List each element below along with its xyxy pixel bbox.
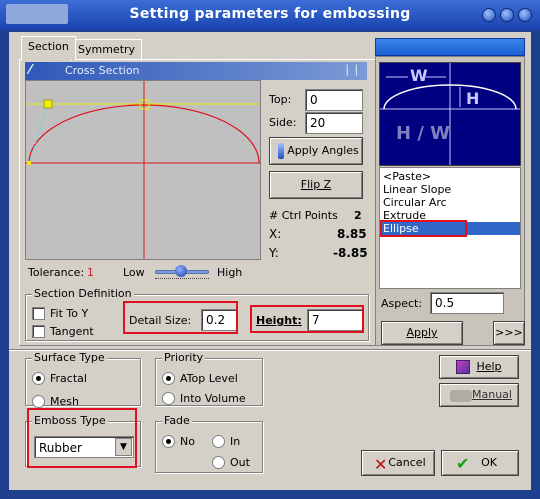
close-icon[interactable] xyxy=(518,8,532,22)
cross-section-graph[interactable] xyxy=(25,80,261,260)
more-label: >>> xyxy=(495,326,523,339)
ctrl-points-label: # Ctrl Points xyxy=(269,209,338,222)
fractal-label: Fractal xyxy=(50,372,87,385)
mesh-radio[interactable] xyxy=(32,395,45,408)
apply-angles-label: Apply Angles xyxy=(287,144,359,157)
apply-button[interactable]: Apply xyxy=(381,321,463,345)
side-input[interactable]: 20 xyxy=(305,112,363,134)
tab-symmetry[interactable]: Symmetry xyxy=(71,39,143,61)
fade-group: Fade No In Out xyxy=(155,414,263,473)
slider-low-label: Low xyxy=(123,266,145,279)
fit-to-y-checkbox[interactable] xyxy=(32,307,45,320)
tab-symmetry-label: Symmetry xyxy=(78,43,136,56)
tolerance-label: Tolerance: xyxy=(28,266,85,279)
fade-no-radio[interactable] xyxy=(162,435,175,448)
cross-section-header: ⁄⁄⁄ Cross Section ❘❘ xyxy=(25,62,367,80)
aspect-label: Aspect: xyxy=(381,297,423,310)
preview-hw-label: H / W xyxy=(396,123,451,144)
detail-size-highlight xyxy=(123,301,238,334)
tab-section[interactable]: Section xyxy=(21,36,76,60)
cancel-x-icon: ✕ xyxy=(374,455,388,474)
fade-in-label: In xyxy=(230,435,241,448)
tab-section-label: Section xyxy=(28,40,69,53)
fade-in-radio[interactable] xyxy=(212,435,225,448)
title-bar: Setting parameters for embossing xyxy=(0,0,540,30)
mesh-label: Mesh xyxy=(50,395,79,408)
tolerance-row: Tolerance: 1 Low High xyxy=(25,260,261,284)
cancel-button[interactable]: ✕ Cancel xyxy=(361,450,435,476)
maximize-icon[interactable] xyxy=(500,8,514,22)
more-button[interactable]: >>> xyxy=(493,321,525,345)
into-volume-label: Into Volume xyxy=(180,392,246,405)
fade-no-label: No xyxy=(180,435,195,448)
preview-w-label: W xyxy=(410,66,428,85)
header-stripes-icon: ⁄⁄⁄ xyxy=(29,63,31,78)
priority-title: Priority xyxy=(162,351,206,364)
into-volume-radio[interactable] xyxy=(162,392,175,405)
control-point-handle[interactable] xyxy=(43,99,53,109)
tangent-checkbox[interactable] xyxy=(32,325,45,338)
ok-check-icon: ✔ xyxy=(456,454,470,473)
top-input[interactable]: 0 xyxy=(305,89,363,111)
slider-thumb[interactable] xyxy=(175,265,187,277)
dialog-window: Setting parameters for embossing Section… xyxy=(0,0,540,499)
window-title: Setting parameters for embossing xyxy=(129,6,411,22)
atop-level-label: ATop Level xyxy=(180,372,238,385)
fade-title: Fade xyxy=(162,414,192,427)
height-highlight xyxy=(250,305,364,333)
ok-button[interactable]: ✔ OK xyxy=(441,450,519,476)
right-panel-header xyxy=(375,38,525,56)
list-item[interactable]: <Paste> xyxy=(383,170,431,183)
surface-type-title: Surface Type xyxy=(32,351,107,364)
fade-out-radio[interactable] xyxy=(212,456,225,469)
priority-group: Priority ATop Level Into Volume xyxy=(155,351,263,406)
tolerance-value: 1 xyxy=(87,266,94,279)
flip-z-button[interactable]: Flip Z xyxy=(269,171,363,199)
x-label: X: xyxy=(269,227,282,241)
ctrl-points-value: 2 xyxy=(354,209,362,222)
y-value: -8.85 xyxy=(333,246,368,260)
preview-diagram xyxy=(380,63,520,165)
fit-to-y-label: Fit To Y xyxy=(50,307,89,320)
tangent-label: Tangent xyxy=(50,325,94,338)
list-item[interactable]: Circular Arc xyxy=(383,196,447,209)
fractal-radio[interactable] xyxy=(32,372,45,385)
atop-level-radio[interactable] xyxy=(162,372,175,385)
fade-out-label: Out xyxy=(230,456,250,469)
flip-z-label: Flip Z xyxy=(300,178,332,191)
panel-grip-icon: ❘❘ xyxy=(342,63,361,76)
top-label: Top: xyxy=(269,93,292,106)
profile-preview: W H H / W xyxy=(379,62,521,166)
section-definition-title: Section Definition xyxy=(32,287,134,300)
dialog-client: Section Symmetry ⁄⁄⁄ Cross Section ❘❘ To… xyxy=(9,32,531,490)
aspect-input[interactable]: 0.5 xyxy=(430,292,504,314)
preview-h-label: H xyxy=(466,89,480,108)
apply-angles-button[interactable]: Apply Angles xyxy=(269,137,363,165)
y-label: Y: xyxy=(269,246,279,260)
apply-label: Apply xyxy=(406,326,438,339)
x-value: 8.85 xyxy=(337,227,367,241)
manual-button[interactable]: Manual xyxy=(439,383,519,407)
list-item[interactable]: Linear Slope xyxy=(383,183,451,196)
help-book-icon xyxy=(456,360,470,374)
cross-section-title: Cross Section xyxy=(65,64,140,77)
surface-type-group: Surface Type Fractal Mesh xyxy=(25,351,141,408)
slider-high-label: High xyxy=(217,266,243,279)
tolerance-slider[interactable] xyxy=(155,265,209,279)
emboss-type-highlight xyxy=(27,408,137,468)
exclamation-icon xyxy=(278,143,284,159)
cross-section-curve xyxy=(26,81,260,259)
manual-icon xyxy=(450,390,472,402)
minimize-icon[interactable] xyxy=(482,8,496,22)
ellipse-highlight xyxy=(380,220,467,237)
help-button[interactable]: Help xyxy=(439,355,519,379)
side-label: Side: xyxy=(269,116,297,129)
